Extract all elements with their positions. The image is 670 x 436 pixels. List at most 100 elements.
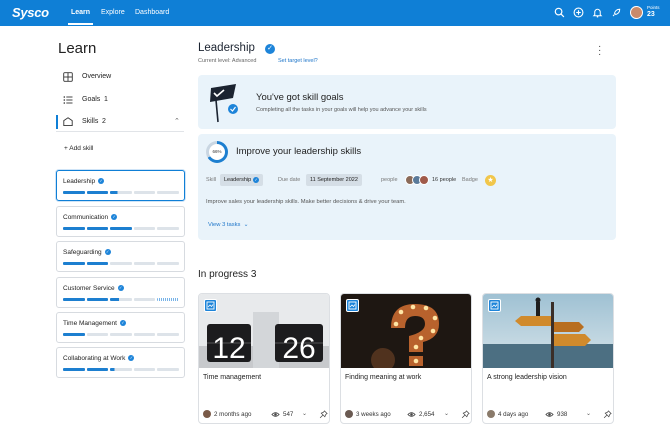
- progress-segment: [133, 333, 156, 336]
- course-views: 2,654: [419, 411, 435, 418]
- skill-meta-label: Skill: [206, 177, 217, 183]
- bell-icon[interactable]: [592, 7, 603, 18]
- set-target-level-link[interactable]: Set target level?: [278, 58, 318, 64]
- more-options-icon[interactable]: · · ·: [598, 42, 601, 60]
- course-title: Time management: [203, 374, 262, 381]
- badge-label: Badge: [462, 177, 478, 183]
- course-time: 4 days ago: [498, 411, 529, 418]
- eye-icon: [407, 412, 416, 417]
- course-thumbnail: [341, 294, 471, 368]
- pin-icon[interactable]: [461, 410, 470, 419]
- skill-card[interactable]: Customer Service ✓: [56, 277, 185, 308]
- eye-icon: [545, 412, 554, 417]
- progress-segment: [133, 298, 156, 301]
- search-icon[interactable]: [554, 7, 565, 18]
- skill-card[interactable]: Leadership ✓: [56, 170, 185, 201]
- eye-icon: [271, 412, 280, 417]
- people-avatar-3: [419, 175, 429, 185]
- progress-segment: [157, 262, 179, 265]
- nav-explore[interactable]: Explore: [101, 9, 125, 16]
- nav-learn[interactable]: Learn: [71, 9, 90, 16]
- course-type-icon: [204, 299, 217, 312]
- author-avatar: [345, 410, 353, 418]
- progress-segment: [110, 191, 132, 194]
- progress-segment: [86, 333, 109, 336]
- chevron-down-icon[interactable]: ⌄: [586, 410, 591, 417]
- progress-segment: [86, 368, 109, 371]
- course-type-icon: [346, 299, 359, 312]
- sidebar-item-overview[interactable]: Overview: [82, 73, 111, 80]
- course-footer: 4 days ago 938 ⌄: [487, 410, 612, 420]
- skill-chip: Leadership ✓: [220, 174, 264, 186]
- points-value: 23: [647, 11, 655, 18]
- skill-card-name: Collaborating at Work ✓: [63, 355, 135, 362]
- chevron-down-icon[interactable]: ⌄: [444, 410, 449, 417]
- improve-goal-desc: Improve sales your leadership skills. Ma…: [206, 199, 406, 205]
- progress-segment: [157, 191, 179, 194]
- sidebar-item-skills[interactable]: Skills: [82, 118, 98, 125]
- user-avatar[interactable]: [630, 6, 643, 19]
- skill-check-icon: ✓: [119, 320, 126, 326]
- in-progress-title: In progress: [198, 269, 249, 280]
- skill-card-name: Customer Service ✓: [63, 285, 124, 292]
- svg-text:12: 12: [212, 332, 245, 365]
- progress-segment: [110, 368, 132, 371]
- progress-segment: [157, 368, 179, 371]
- chevron-down-icon[interactable]: ⌄: [302, 410, 307, 417]
- progress-segment: [86, 298, 109, 301]
- course-time: 2 months ago: [214, 411, 252, 418]
- list-icon: [63, 95, 73, 105]
- goal-flag-illustration: [210, 84, 238, 123]
- progress-segment: [110, 333, 132, 336]
- course-card-time-management[interactable]: 12 26 Time management 2 months ago 547 ⌄: [198, 293, 330, 424]
- current-level: Current level: Advanced: [198, 58, 257, 64]
- course-card-leadership-vision[interactable]: A strong leadership vision 4 days ago 93…: [482, 293, 614, 424]
- progress-segment: [110, 227, 132, 230]
- goal-progress-ring: 66%: [206, 141, 228, 163]
- svg-text:26: 26: [282, 332, 315, 365]
- pin-icon[interactable]: [603, 410, 612, 419]
- chevron-up-icon[interactable]: ⌃: [174, 117, 180, 125]
- course-views: 547: [283, 411, 294, 418]
- skill-card[interactable]: Safeguarding ✓: [56, 241, 185, 272]
- progress-segment: [63, 227, 85, 230]
- due-date-chip: 11 September 2022: [306, 174, 362, 186]
- skill-check-icon: ✓: [104, 249, 111, 255]
- points-label: Points: [647, 5, 660, 10]
- sidebar-divider: [56, 131, 184, 132]
- progress-segment: [157, 333, 179, 336]
- goals-banner-title: You've got skill goals: [256, 92, 344, 103]
- skill-card-name: Safeguarding ✓: [63, 249, 111, 256]
- progress-segment: [133, 368, 156, 371]
- top-nav-bar: Sysco Learn Explore Dashboard Points 23: [0, 0, 670, 26]
- course-title: Finding meaning at work: [345, 374, 422, 381]
- goal-progress-label: 66%: [209, 144, 225, 160]
- sysco-logo[interactable]: Sysco: [12, 5, 49, 20]
- skill-card[interactable]: Time Management ✓: [56, 312, 185, 343]
- skill-card[interactable]: Collaborating at Work ✓: [56, 347, 185, 378]
- people-count: 16 people: [432, 177, 457, 183]
- skill-progress-bar: [63, 333, 179, 336]
- chip-check-icon: ✓: [253, 177, 260, 183]
- course-footer: 3 weeks ago 2,654 ⌄: [345, 410, 470, 420]
- progress-segment: [110, 262, 132, 265]
- sidebar-item-goals[interactable]: Goals: [82, 96, 100, 103]
- add-circle-icon[interactable]: [573, 7, 584, 18]
- skill-card[interactable]: Communication ✓: [56, 206, 185, 237]
- course-type-icon: [488, 299, 501, 312]
- nav-dashboard[interactable]: Dashboard: [135, 9, 169, 16]
- view-tasks-label: View 3 tasks: [208, 222, 241, 228]
- skill-card-label: Leadership: [63, 178, 96, 185]
- goals-count: 1: [104, 96, 108, 103]
- course-time: 3 weeks ago: [356, 411, 391, 418]
- view-tasks-link[interactable]: View 3 tasks ⌄: [208, 222, 249, 228]
- page-title: Learn: [58, 40, 97, 57]
- pin-icon[interactable]: [319, 410, 328, 419]
- course-footer: 2 months ago 547 ⌄: [203, 410, 328, 420]
- add-skill-button[interactable]: + Add skill: [64, 145, 93, 152]
- rocket-icon[interactable]: [611, 7, 622, 18]
- skill-chip-label: Leadership: [224, 177, 252, 183]
- improve-goal-title: Improve your leadership skills: [236, 146, 362, 157]
- course-views: 938: [557, 411, 568, 418]
- course-card-finding-meaning[interactable]: Finding meaning at work 3 weeks ago 2,65…: [340, 293, 472, 424]
